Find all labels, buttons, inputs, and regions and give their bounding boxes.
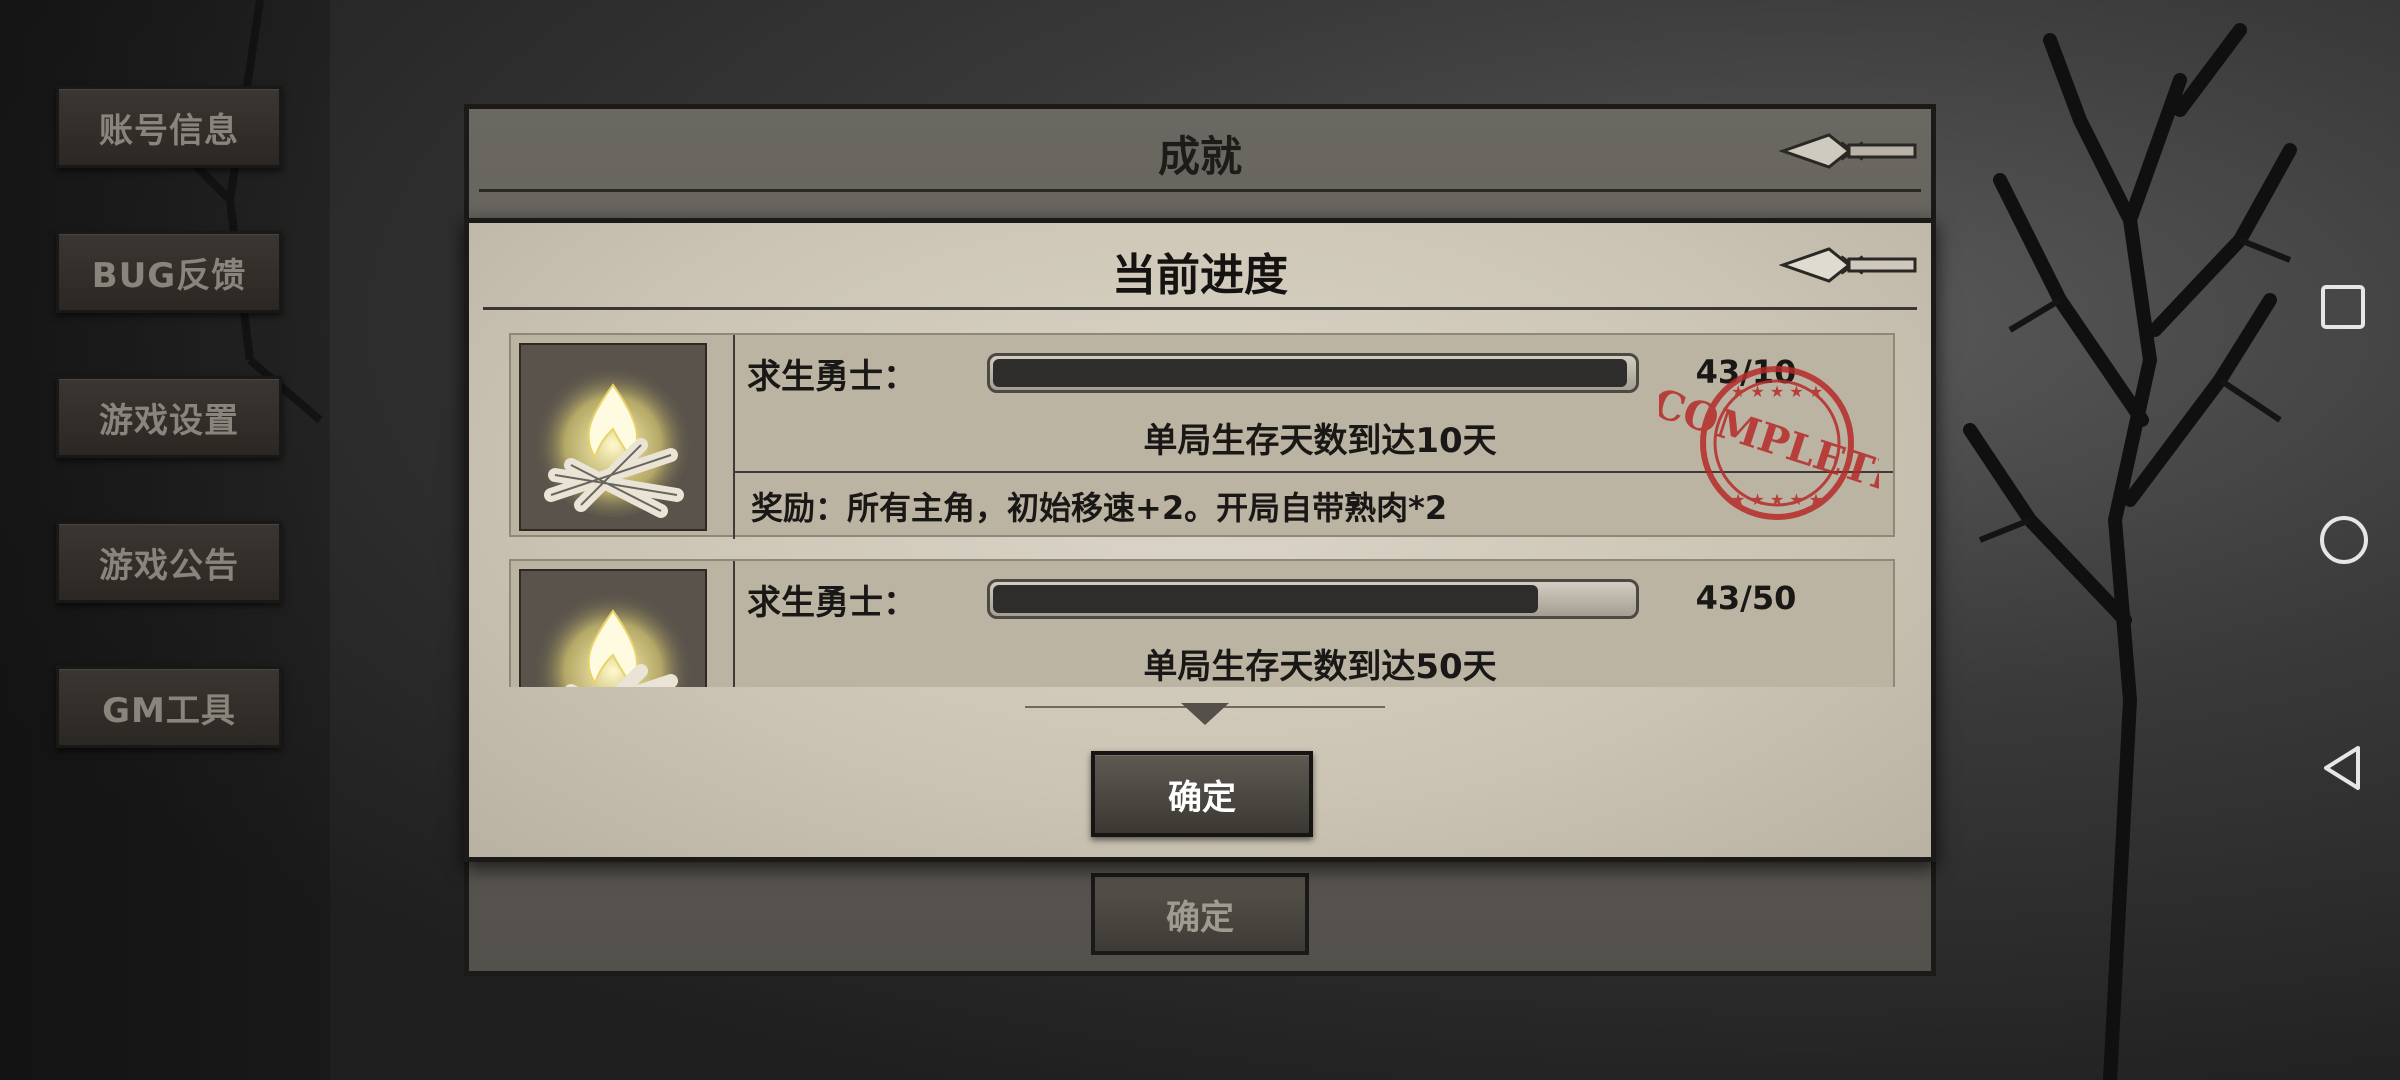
achievement-card: 求生勇士： 43/10 单局生存天数到达10天 奖励：所有主角，初始移速+2。开… [509, 333, 1895, 539]
panel-confirm-button[interactable]: 确定 [1091, 873, 1309, 955]
sidebar-item-account-info[interactable]: 账号信息 [56, 86, 282, 168]
achievement-card: 求生勇士： 43/50 单局生存天数到达50天 [509, 559, 1895, 687]
home-icon[interactable] [2318, 514, 2370, 566]
dead-tree-illustration [1963, 23, 2297, 1080]
campfire-icon [519, 569, 707, 687]
spear-close-icon[interactable] [1779, 243, 1919, 287]
divider [483, 307, 1917, 310]
achievement-name: 求生勇士： [747, 583, 917, 623]
svg-text:★ ★ ★ ★ ★: ★ ★ ★ ★ ★ [1731, 490, 1823, 509]
sidebar-item-gm-tools[interactable]: GM工具 [56, 666, 282, 748]
achievement-list[interactable]: 求生勇士： 43/10 单局生存天数到达10天 奖励：所有主角，初始移速+2。开… [509, 333, 1895, 687]
progress-count: 43/50 [1695, 579, 1797, 617]
dialog-title: 当前进度 [1112, 250, 1288, 301]
achievement-description: 单局生存天数到达50天 [1143, 647, 1497, 687]
progress-bar [987, 353, 1639, 393]
divider [479, 189, 1921, 192]
recent-apps-icon[interactable] [2318, 282, 2368, 332]
confirm-button[interactable]: 确定 [1091, 751, 1313, 837]
progress-fill [993, 585, 1539, 613]
achievements-panel-title: 成就 [1157, 132, 1242, 181]
achievement-reward: 奖励：所有主角，初始移速+2。开局自带熟肉*2 [751, 489, 1448, 527]
complete-stamp: COMPLETE ★ ★ ★ ★ ★ ★ ★ ★ ★ ★ [1659, 366, 1879, 520]
sidebar-item-bug-report[interactable]: BUG反馈 [56, 231, 282, 313]
progress-fill [993, 359, 1627, 387]
scroll-down-indicator [1025, 703, 1385, 725]
progress-dialog: 当前进度 求生勇士： 43/10 单局生存天数到达10天 奖励：所有主角，初始移… [464, 218, 1936, 862]
svg-text:★ ★ ★ ★ ★: ★ ★ ★ ★ ★ [1731, 382, 1823, 401]
divider [733, 335, 735, 539]
campfire-icon [519, 343, 707, 531]
achievement-name: 求生勇士： [747, 357, 917, 397]
sidebar-item-game-settings[interactable]: 游戏设置 [56, 376, 282, 458]
progress-bar [987, 579, 1639, 619]
spear-close-icon[interactable] [1779, 129, 1919, 173]
divider [733, 561, 735, 687]
back-icon[interactable] [2318, 742, 2368, 794]
sidebar-item-game-announcement[interactable]: 游戏公告 [56, 521, 282, 603]
